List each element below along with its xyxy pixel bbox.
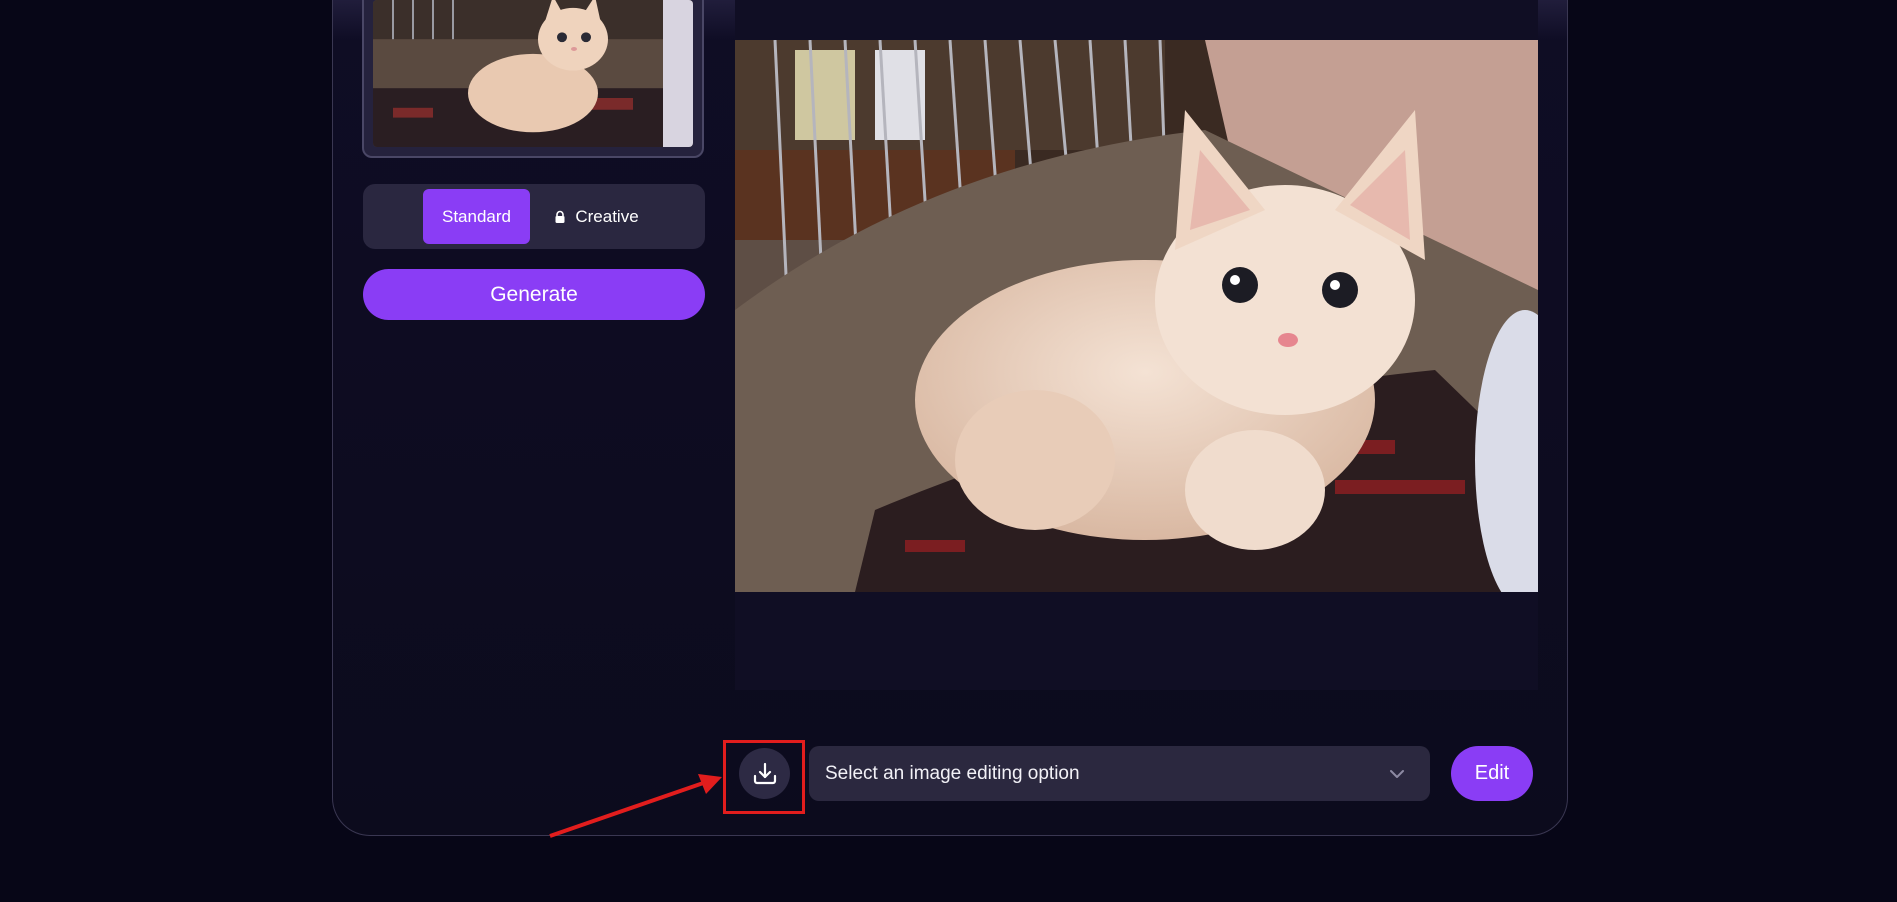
generate-button[interactable]: Generate (363, 269, 705, 320)
edit-option-select[interactable]: Select an image editing option (809, 746, 1430, 801)
download-icon (753, 762, 776, 784)
source-thumbnail[interactable] (362, 0, 704, 158)
mode-toggle: Standard Creative (363, 184, 705, 249)
preview-image (735, 40, 1538, 592)
mode-creative-label: Creative (575, 206, 639, 226)
download-button[interactable] (739, 748, 790, 799)
kitten-preview-photo (735, 40, 1538, 592)
lock-icon (555, 210, 565, 223)
mode-standard-button[interactable]: Standard (423, 189, 530, 244)
mode-creative-button[interactable]: Creative (541, 189, 651, 244)
edit-button[interactable]: Edit (1451, 746, 1533, 801)
thumbnail-image (373, 0, 693, 147)
edit-option-select-text: Select an image editing option (825, 762, 1080, 784)
chevron-down-icon (1390, 769, 1404, 778)
mode-standard-label: Standard (442, 206, 511, 226)
kitten-thumbnail-photo (373, 0, 693, 147)
